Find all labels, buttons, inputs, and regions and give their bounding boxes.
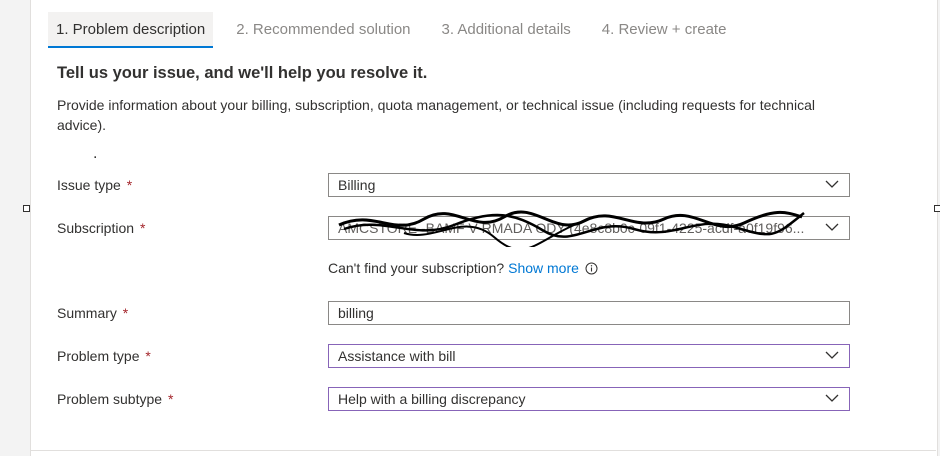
resize-handle-left[interactable]	[23, 205, 30, 212]
page-heading: Tell us your issue, and we'll help you r…	[57, 64, 428, 82]
subscription-helper: Can't find your subscription? Show more	[328, 260, 598, 276]
panel-bottom-divider	[30, 450, 936, 451]
required-marker: *	[167, 391, 174, 407]
issue-type-label-text: Issue type	[57, 177, 121, 193]
resize-handle-right[interactable]	[934, 205, 940, 212]
tab-additional-details[interactable]: 3. Additional details	[434, 12, 579, 46]
issue-type-dropdown[interactable]: Billing	[328, 173, 850, 197]
required-marker: *	[139, 220, 146, 236]
page-description: Provide information about your billing, …	[57, 97, 815, 133]
tab-recommended-solution[interactable]: 2. Recommended solution	[228, 12, 418, 46]
chevron-down-icon	[825, 223, 839, 231]
problem-type-value: Assistance with bill	[338, 348, 456, 364]
info-icon[interactable]	[585, 262, 598, 275]
required-marker: *	[145, 348, 151, 364]
summary-value: billing	[338, 305, 374, 321]
subscription-label-text: Subscription	[57, 220, 135, 236]
problem-subtype-label: Problem subtype *	[57, 391, 173, 407]
wizard-tabs: 1. Problem description 2. Recommended so…	[48, 12, 749, 48]
redaction-scribble	[338, 210, 805, 247]
subscription-helper-text: Can't find your subscription?	[328, 260, 505, 276]
problem-subtype-label-text: Problem subtype	[57, 391, 163, 407]
problem-subtype-value: Help with a billing discrepancy	[338, 391, 526, 407]
issue-type-value: Billing	[338, 177, 376, 193]
problem-type-dropdown[interactable]: Assistance with bill	[328, 344, 850, 368]
chevron-down-icon	[825, 351, 839, 359]
show-more-link[interactable]: Show more	[508, 260, 579, 276]
required-marker: *	[126, 177, 133, 193]
stray-dot: .	[93, 145, 98, 162]
summary-input[interactable]: billing	[328, 301, 850, 325]
summary-label: Summary *	[57, 305, 128, 321]
subscription-label: Subscription *	[57, 220, 145, 236]
chevron-down-icon	[825, 180, 839, 188]
chevron-down-icon	[825, 394, 839, 402]
required-marker: *	[122, 305, 129, 321]
problem-type-label: Problem type *	[57, 348, 151, 364]
tab-review-create[interactable]: 4. Review + create	[594, 12, 735, 46]
tab-problem-description[interactable]: 1. Problem description	[48, 12, 214, 48]
problem-type-label-text: Problem type	[57, 348, 140, 364]
issue-type-label: Issue type *	[57, 177, 132, 193]
problem-subtype-dropdown[interactable]: Help with a billing discrepancy	[328, 387, 850, 411]
summary-label-text: Summary	[57, 305, 117, 321]
